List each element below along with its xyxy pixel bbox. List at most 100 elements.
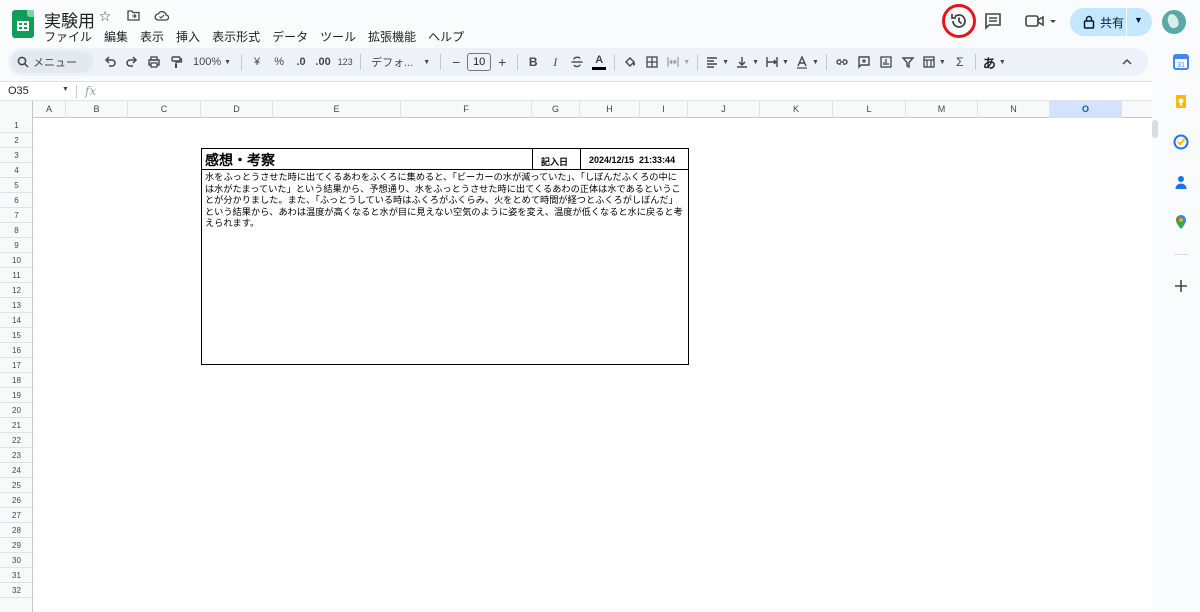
column-header[interactable]: L [833, 101, 906, 118]
share-button[interactable]: 共有 ▼ [1070, 8, 1152, 36]
number-format-button[interactable]: 123 [334, 51, 356, 73]
borders-button[interactable] [641, 51, 663, 73]
column-header[interactable]: G [532, 101, 580, 118]
row-header[interactable]: 13 [0, 298, 33, 313]
menu-extensions[interactable]: 拡張機能 [368, 27, 422, 46]
column-header[interactable]: F [401, 101, 532, 118]
filter-button[interactable] [897, 51, 919, 73]
increase-decimal-button[interactable]: .00 [312, 51, 334, 73]
row-header[interactable]: 20 [0, 403, 33, 418]
row-header[interactable]: 19 [0, 388, 33, 403]
currency-format-button[interactable]: ¥ [246, 51, 268, 73]
vertical-align-button[interactable]: ▼ [732, 51, 762, 73]
paint-format-button[interactable] [165, 51, 187, 73]
vertical-scrollbar[interactable] [1152, 118, 1160, 612]
zoom-select[interactable]: 100% ▼ [187, 51, 237, 73]
font-size-increase-button[interactable]: + [491, 51, 513, 73]
undo-button[interactable] [99, 51, 121, 73]
row-header[interactable]: 8 [0, 223, 33, 238]
column-header[interactable]: J [688, 101, 760, 118]
row-header[interactable]: 25 [0, 478, 33, 493]
row-header[interactable]: 24 [0, 463, 33, 478]
column-header[interactable]: I [640, 101, 688, 118]
menu-file[interactable]: ファイル [44, 27, 98, 46]
row-header[interactable]: 9 [0, 238, 33, 253]
row-header[interactable]: 3 [0, 148, 33, 163]
share-dropdown-icon[interactable]: ▼ [1134, 15, 1143, 25]
move-folder-icon[interactable] [124, 8, 142, 25]
row-header[interactable]: 30 [0, 553, 33, 568]
decrease-decimal-button[interactable]: .0 [290, 51, 312, 73]
strikethrough-button[interactable] [566, 51, 588, 73]
row-header[interactable]: 11 [0, 268, 33, 283]
row-header[interactable]: 6 [0, 193, 33, 208]
font-size-decrease-button[interactable]: − [445, 51, 467, 73]
cloud-status-icon[interactable] [152, 8, 170, 25]
row-header[interactable]: 1 [0, 118, 33, 133]
row-header[interactable]: 17 [0, 358, 33, 373]
menu-format[interactable]: 表示形式 [212, 27, 266, 46]
reflection-body[interactable]: 水をふっとうさせた時に出てくるあわをふくろに集めると、「ビーカーの水が減っていた… [205, 172, 685, 230]
row-header[interactable]: 21 [0, 418, 33, 433]
menu-data[interactable]: データ [272, 27, 314, 46]
comments-button[interactable] [984, 12, 1006, 32]
row-header[interactable]: 31 [0, 568, 33, 583]
maps-icon[interactable] [1173, 214, 1189, 230]
redo-button[interactable] [121, 51, 143, 73]
horizontal-align-button[interactable]: ▼ [702, 51, 732, 73]
input-tools-button[interactable]: あ ▼ [980, 51, 1009, 73]
menu-search[interactable]: メニュー [11, 51, 93, 73]
star-icon[interactable]: ☆ [96, 8, 114, 25]
row-header[interactable]: 27 [0, 508, 33, 523]
column-header[interactable]: M [906, 101, 978, 118]
insert-chart-button[interactable] [875, 51, 897, 73]
row-header[interactable]: 2 [0, 133, 33, 148]
text-rotation-button[interactable]: ▼ [792, 51, 822, 73]
collapse-toolbar-button[interactable] [1116, 51, 1138, 73]
percent-format-button[interactable]: % [268, 51, 290, 73]
row-header[interactable]: 32 [0, 583, 33, 598]
row-header[interactable]: 16 [0, 343, 33, 358]
column-header[interactable]: E [273, 101, 401, 118]
row-header[interactable]: 12 [0, 283, 33, 298]
italic-button[interactable]: I [544, 51, 566, 73]
text-color-button[interactable]: A [588, 51, 610, 73]
row-header[interactable]: 22 [0, 433, 33, 448]
column-header[interactable]: K [760, 101, 833, 118]
row-header[interactable]: 18 [0, 373, 33, 388]
font-size-input[interactable]: 10 [467, 53, 492, 71]
row-header[interactable]: 4 [0, 163, 33, 178]
menu-tools[interactable]: ツール [320, 27, 362, 46]
select-all-corner[interactable] [0, 101, 33, 118]
fill-color-button[interactable] [619, 51, 641, 73]
row-header[interactable]: 15 [0, 328, 33, 343]
menu-insert[interactable]: 挿入 [176, 27, 206, 46]
bold-button[interactable]: B [522, 51, 544, 73]
print-button[interactable] [143, 51, 165, 73]
menu-edit[interactable]: 編集 [104, 27, 134, 46]
row-header[interactable]: 23 [0, 448, 33, 463]
sheets-logo-icon[interactable] [12, 10, 34, 38]
insert-link-button[interactable] [831, 51, 853, 73]
row-header[interactable]: 29 [0, 538, 33, 553]
insert-comment-button[interactable] [853, 51, 875, 73]
menu-view[interactable]: 表示 [140, 27, 170, 46]
contacts-icon[interactable] [1173, 174, 1189, 190]
column-header-selected[interactable]: O [1050, 101, 1122, 118]
column-header[interactable]: N [978, 101, 1050, 118]
column-header[interactable]: H [580, 101, 640, 118]
meet-button[interactable] [1024, 12, 1060, 32]
menu-help[interactable]: ヘルプ [428, 27, 470, 46]
calendar-icon[interactable]: 31 [1173, 54, 1189, 70]
column-header[interactable]: D [201, 101, 273, 118]
functions-button[interactable]: Σ [949, 51, 971, 73]
tasks-icon[interactable] [1173, 134, 1189, 150]
merge-cells-button[interactable]: ▼ [663, 51, 693, 73]
version-history-button[interactable] [942, 4, 976, 38]
filter-views-button[interactable]: ▼ [919, 51, 949, 73]
row-header[interactable]: 26 [0, 493, 33, 508]
font-select[interactable]: デフォ... ▼ [365, 51, 436, 73]
row-header[interactable]: 10 [0, 253, 33, 268]
text-wrapping-button[interactable]: ▼ [762, 51, 792, 73]
row-header[interactable]: 5 [0, 178, 33, 193]
